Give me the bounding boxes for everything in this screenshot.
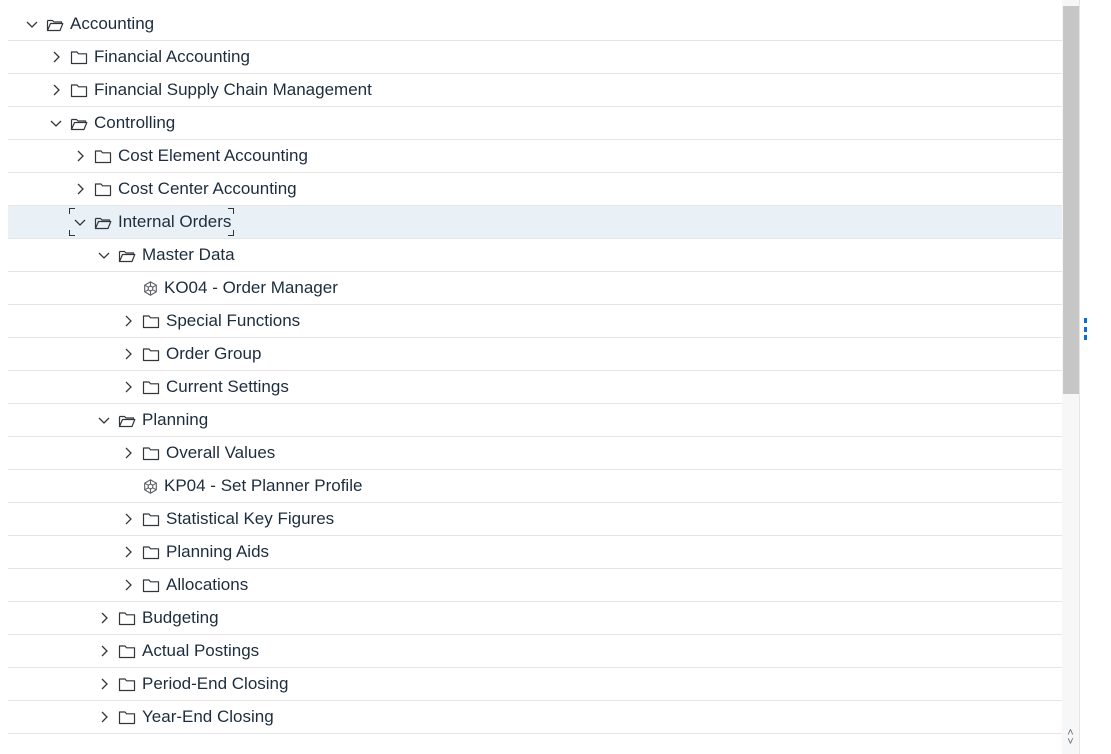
tree-node-label: Overall Values — [166, 443, 276, 462]
tree-node-planning[interactable]: Planning — [8, 404, 1062, 437]
folder-icon — [118, 643, 136, 659]
chevron-down-icon[interactable] — [24, 16, 40, 32]
chevron-right-icon[interactable] — [120, 313, 136, 329]
scroll-arrows[interactable]: ˄ ˅ — [1062, 722, 1079, 754]
folder-open-icon — [94, 214, 112, 230]
tree-node-internal-orders[interactable]: Internal Orders — [8, 206, 1062, 239]
tree-node-label: Controlling — [94, 113, 176, 132]
folder-icon — [142, 577, 160, 593]
chevron-right-icon[interactable] — [96, 643, 112, 659]
folder-icon — [70, 49, 88, 65]
chevron-right-icon[interactable] — [72, 148, 88, 164]
tree-node-label: Cost Center Accounting — [118, 179, 297, 198]
tree-node-cost-element-accounting[interactable]: Cost Element Accounting — [8, 140, 1062, 173]
folder-open-icon — [70, 115, 88, 131]
chevron-right-icon[interactable] — [120, 379, 136, 395]
scroll-down-icon[interactable]: ˅ — [1067, 737, 1073, 748]
focus-frame: Internal Orders — [69, 208, 235, 236]
transaction-icon — [142, 280, 159, 297]
chevron-down-icon[interactable] — [96, 247, 112, 263]
chevron-right-icon[interactable] — [120, 445, 136, 461]
vertical-scrollbar[interactable] — [1062, 0, 1079, 754]
tree-node-label: Cost Element Accounting — [118, 146, 308, 165]
tree-node-accounting[interactable]: Accounting — [8, 8, 1062, 41]
chevron-right-icon[interactable] — [120, 511, 136, 527]
tree-node-financial-accounting[interactable]: Financial Accounting — [8, 41, 1062, 74]
tree-node-financial-supply-chain-management[interactable]: Financial Supply Chain Management — [8, 74, 1062, 107]
transaction-icon — [142, 478, 159, 495]
folder-icon — [142, 313, 160, 329]
tree-node-label: Budgeting — [142, 608, 219, 627]
tree-node-year-end-closing[interactable]: Year-End Closing — [8, 701, 1062, 734]
folder-icon — [70, 82, 88, 98]
tree-node-label: Year-End Closing — [142, 707, 274, 726]
splitter-grip-icon[interactable] — [1083, 318, 1087, 340]
tree-node-label: Financial Accounting — [94, 47, 250, 66]
folder-icon — [118, 709, 136, 725]
tree-node-label: Accounting — [70, 14, 155, 33]
tree-node-label: Planning — [142, 410, 209, 429]
tree-node-label: Planning Aids — [166, 542, 270, 561]
tree-node-order-group[interactable]: Order Group — [8, 338, 1062, 371]
chevron-right-icon[interactable] — [120, 577, 136, 593]
chevron-right-icon[interactable] — [120, 544, 136, 560]
chevron-down-icon[interactable] — [72, 214, 88, 230]
tree-node-label: Statistical Key Figures — [166, 509, 335, 528]
tree-node-planning-aids[interactable]: Planning Aids — [8, 536, 1062, 569]
tree-node-special-functions[interactable]: Special Functions — [8, 305, 1062, 338]
tree-node-label: Financial Supply Chain Management — [94, 80, 372, 99]
tree-node-label: Special Functions — [166, 311, 301, 330]
tree-node-label: Internal Orders — [118, 212, 232, 231]
tree-node-allocations[interactable]: Allocations — [8, 569, 1062, 602]
tree-node-budgeting[interactable]: Budgeting — [8, 602, 1062, 635]
folder-icon — [142, 379, 160, 395]
tree-node-label: Current Settings — [166, 377, 289, 396]
tree-node-statistical-key-figures[interactable]: Statistical Key Figures — [8, 503, 1062, 536]
chevron-right-icon[interactable] — [96, 676, 112, 692]
tree-node-ko04-order-manager[interactable]: KO04 - Order Manager — [8, 272, 1062, 305]
tree-node-label: KO04 - Order Manager — [164, 278, 338, 297]
tree-node-label: Period-End Closing — [142, 674, 289, 693]
folder-icon — [94, 181, 112, 197]
tree-node-label: Master Data — [142, 245, 235, 264]
tree-node-label: Order Group — [166, 344, 262, 363]
folder-open-icon — [46, 16, 64, 32]
tree-node-actual-postings[interactable]: Actual Postings — [8, 635, 1062, 668]
chevron-right-icon[interactable] — [48, 49, 64, 65]
scrollbar-thumb[interactable] — [1063, 6, 1079, 394]
folder-icon — [142, 544, 160, 560]
folder-icon — [118, 610, 136, 626]
chevron-right-icon[interactable] — [120, 346, 136, 362]
tree-node-controlling[interactable]: Controlling — [8, 107, 1062, 140]
tree-node-period-end-closing[interactable]: Period-End Closing — [8, 668, 1062, 701]
folder-open-icon — [118, 412, 136, 428]
tree-node-cost-center-accounting[interactable]: Cost Center Accounting — [8, 173, 1062, 206]
tree-node-label: Actual Postings — [142, 641, 260, 660]
tree-node-current-settings[interactable]: Current Settings — [8, 371, 1062, 404]
tree-node-kp04-set-planner-profile[interactable]: KP04 - Set Planner Profile — [8, 470, 1062, 503]
chevron-down-icon[interactable] — [48, 115, 64, 131]
folder-icon — [142, 511, 160, 527]
tree-node-label: Allocations — [166, 575, 249, 594]
folder-icon — [94, 148, 112, 164]
folder-icon — [142, 346, 160, 362]
folder-icon — [118, 676, 136, 692]
chevron-right-icon[interactable] — [72, 181, 88, 197]
tree-node-label: KP04 - Set Planner Profile — [164, 476, 363, 495]
folder-open-icon — [118, 247, 136, 263]
menu-tree: Accounting Financial Accounting Financial … — [8, 8, 1062, 734]
tree-node-overall-values[interactable]: Overall Values — [8, 437, 1062, 470]
folder-icon — [142, 445, 160, 461]
tree-node-master-data[interactable]: Master Data — [8, 239, 1062, 272]
pane-splitter[interactable] — [1079, 0, 1111, 754]
chevron-down-icon[interactable] — [96, 412, 112, 428]
chevron-right-icon[interactable] — [96, 610, 112, 626]
chevron-right-icon[interactable] — [96, 709, 112, 725]
chevron-right-icon[interactable] — [48, 82, 64, 98]
